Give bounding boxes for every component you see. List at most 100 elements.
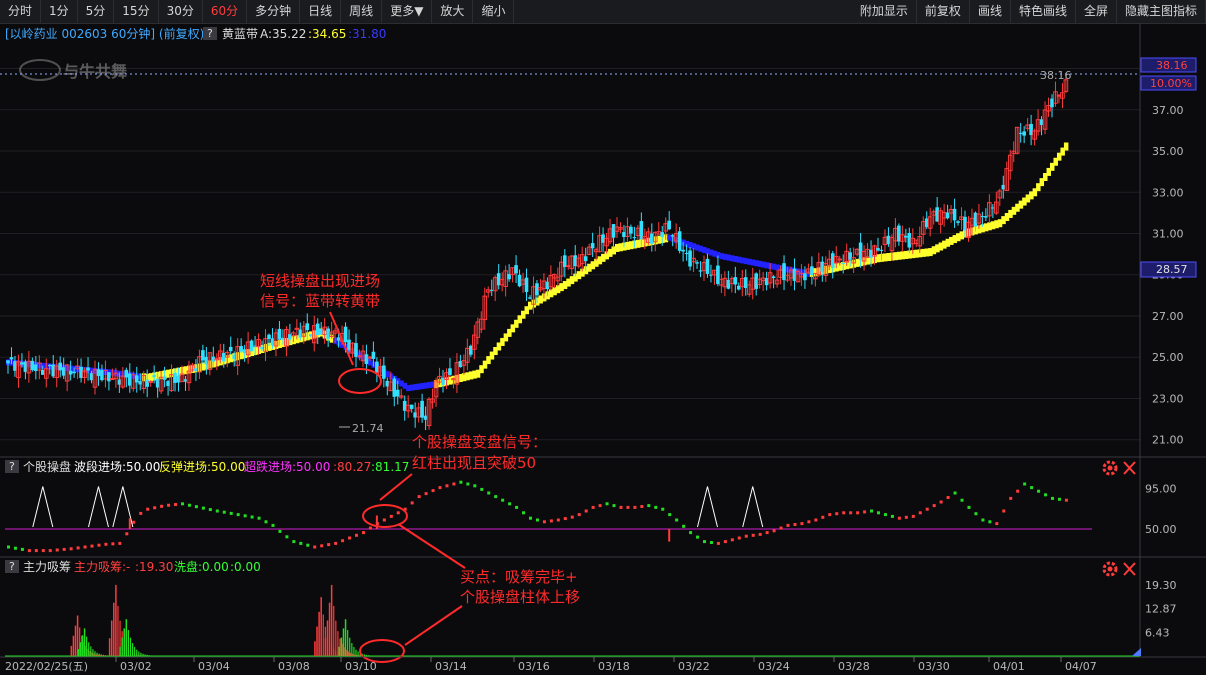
indicator-dot — [334, 541, 338, 545]
indicator-dot — [132, 520, 136, 524]
indicator-dot — [201, 506, 205, 510]
candle-body — [249, 340, 254, 352]
indicator-dot — [236, 513, 240, 517]
candle-body — [58, 362, 62, 371]
candle-body — [876, 248, 880, 251]
candle-body — [354, 343, 358, 357]
period-tab[interactable]: 60分 — [203, 0, 248, 23]
indicator-dot — [167, 503, 171, 507]
indicator-dot — [20, 547, 24, 551]
indicator-dot — [27, 549, 31, 553]
candle-body — [705, 258, 710, 274]
indicator-dot — [215, 509, 219, 513]
accumulation-tick-label: 6.43 — [1145, 626, 1170, 639]
indicator-dot — [612, 504, 616, 508]
indicator-dot — [139, 511, 143, 515]
view-option-button[interactable]: 特色画线 — [1011, 0, 1076, 23]
svg-text::80.27: :80.27 — [333, 460, 371, 474]
high-label: 38.16 — [1040, 69, 1072, 82]
candle-body — [677, 231, 682, 251]
indicator-dot — [41, 549, 45, 553]
candle-body — [30, 360, 35, 371]
indicator-dot — [257, 516, 261, 520]
indicator-tick-label: 95.00 — [1145, 483, 1177, 496]
candle-body — [145, 379, 149, 387]
candle-body — [72, 371, 76, 374]
period-tab[interactable]: 周线 — [341, 0, 383, 23]
view-option-button[interactable]: 前复权 — [917, 0, 970, 23]
indicator-dot — [125, 532, 129, 536]
indicator-dot — [181, 502, 184, 506]
period-tab[interactable]: 分时 — [0, 0, 42, 23]
view-option-button[interactable]: 附加显示 — [852, 0, 917, 23]
period-tab[interactable]: 30分 — [159, 0, 203, 23]
candle-body — [371, 351, 376, 359]
indicator-dot — [361, 531, 365, 535]
svg-text:?: ? — [207, 27, 213, 40]
candle-body — [1018, 132, 1023, 134]
price-tick-label: 23.00 — [1152, 392, 1184, 405]
indicator-dot — [97, 543, 101, 547]
indicator-dot — [654, 505, 658, 509]
price-tick-label: 27.00 — [1152, 310, 1184, 323]
indicator-dot — [842, 511, 846, 515]
indicator-dot — [368, 526, 372, 530]
indicator-dot — [703, 540, 706, 544]
indicator-dot — [549, 519, 553, 523]
candle-body — [47, 365, 52, 367]
period-tab[interactable]: 缩小 — [473, 0, 515, 23]
candle-body — [152, 375, 156, 378]
candle-body — [841, 262, 845, 264]
indicator-dot — [466, 482, 470, 486]
view-option-button[interactable]: 全屏 — [1076, 0, 1117, 23]
svg-text:超跌进场:50.00: 超跌进场:50.00 — [244, 459, 330, 474]
view-option-button[interactable]: 画线 — [970, 0, 1011, 23]
period-tab[interactable]: 15分 — [114, 0, 159, 23]
svg-text:主力吸筹: 主力吸筹 — [23, 560, 71, 574]
period-tab[interactable]: 更多▼ — [382, 0, 433, 23]
indicator-dot — [709, 541, 713, 544]
candle-body — [364, 354, 369, 364]
price-tick-label: 33.00 — [1152, 186, 1184, 199]
indicator-dot — [661, 507, 665, 511]
indicator-dot — [431, 489, 435, 493]
indicator-dot — [1030, 486, 1034, 490]
indicator-dot — [925, 507, 929, 511]
indicator-dot — [1037, 489, 1041, 493]
candle-body — [96, 369, 101, 377]
candle-body — [9, 357, 14, 360]
indicator-dot — [1016, 489, 1020, 493]
svg-text:买点：吸筹完毕+: 买点：吸筹完毕+ — [460, 568, 578, 586]
period-tab[interactable]: 放大 — [432, 0, 474, 23]
candle-body — [904, 235, 908, 238]
view-option-button[interactable]: 隐藏主图指标 — [1117, 0, 1206, 23]
indicator-dot — [382, 518, 386, 522]
indicator-dot — [765, 531, 769, 535]
candle-body — [68, 370, 73, 375]
candle-body — [980, 216, 985, 218]
indicator-a-value: A:35.22 — [260, 27, 306, 41]
indicator-dot — [793, 523, 797, 526]
indicator-dot — [563, 517, 567, 521]
indicator-dot — [501, 498, 505, 502]
indicator-dot — [974, 512, 978, 516]
period-tab[interactable]: 多分钟 — [247, 0, 301, 23]
indicator-dot — [640, 505, 644, 508]
indicator-dot — [1044, 493, 1048, 497]
period-tab[interactable]: 1分 — [41, 0, 78, 23]
indicator-dot — [522, 511, 526, 515]
indicator-dot — [243, 514, 247, 518]
indicator-dot — [890, 514, 894, 518]
indicator-dot — [605, 502, 609, 506]
time-tick-label: 03/22 — [678, 660, 710, 673]
indicator-dot — [647, 504, 651, 508]
candle-body — [343, 326, 348, 343]
indicator-dot — [424, 492, 428, 496]
period-tab[interactable]: 日线 — [300, 0, 342, 23]
kline-chart[interactable]: 与牛共舞 [以岭药业 002603 60分钟] (前复权) ? 黄蓝带 A:35… — [0, 24, 1206, 675]
accumulation-tick-label: 19.30 — [1145, 579, 1177, 592]
period-tab[interactable]: 5分 — [78, 0, 115, 23]
candle-body — [684, 252, 689, 255]
candle-body — [162, 376, 167, 380]
time-tick-label: 03/04 — [198, 660, 230, 673]
